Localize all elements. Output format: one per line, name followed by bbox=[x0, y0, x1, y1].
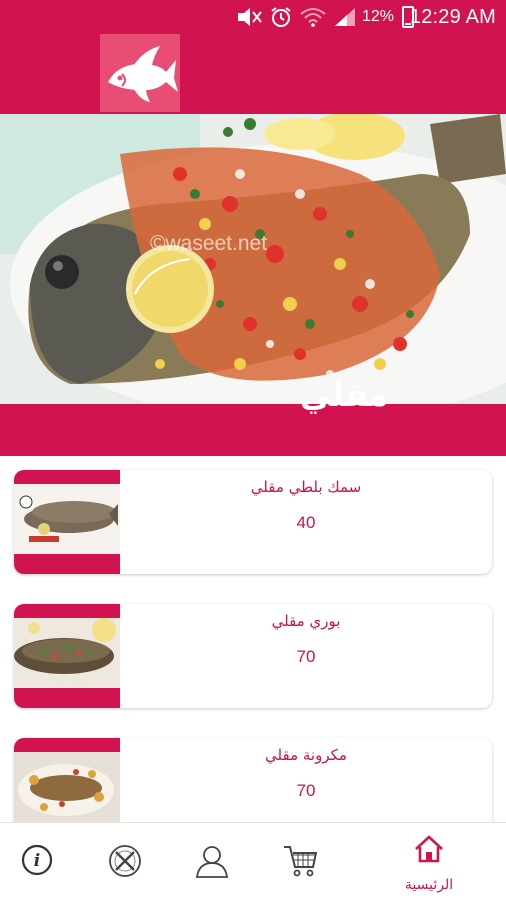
info-icon: i bbox=[21, 844, 53, 876]
profile-icon bbox=[195, 846, 229, 878]
nav-home-label: الرئيسية bbox=[404, 877, 454, 893]
hero-banner: ©waseet.net bbox=[0, 114, 506, 406]
watermark: ©waseet.net bbox=[150, 232, 268, 255]
item-name: سمك بلطي مقلي bbox=[250, 478, 362, 496]
item-thumbnail bbox=[14, 604, 120, 708]
nav-info[interactable]: i bbox=[7, 833, 67, 893]
restaurant-icon bbox=[109, 845, 141, 877]
menu-list[interactable]: سمك بلطي مقلي 40 بوري مقلي 70 مكرونة مقل… bbox=[0, 456, 506, 822]
menu-item-card[interactable]: مكرونة مقلي 70 bbox=[14, 738, 492, 822]
battery-percent: 12% bbox=[361, 8, 394, 25]
category-title: مقلي bbox=[300, 376, 389, 414]
app-bar bbox=[0, 34, 506, 114]
menu-item-card[interactable]: بوري مقلي 70 bbox=[14, 604, 492, 708]
bottom-nav: i الرئيسية bbox=[0, 822, 506, 901]
item-price: 70 bbox=[296, 647, 316, 666]
nav-profile[interactable] bbox=[182, 833, 242, 893]
status-time: 12:29 AM bbox=[409, 6, 496, 28]
signal-icon bbox=[335, 8, 355, 26]
status-bar: 12% 12:29 AM bbox=[0, 0, 506, 34]
item-price: 70 bbox=[296, 781, 316, 800]
menu-item-card[interactable]: سمك بلطي مقلي 40 bbox=[14, 470, 492, 574]
alarm-icon bbox=[271, 7, 291, 27]
item-name: بوري مقلي bbox=[271, 612, 341, 630]
item-thumbnail bbox=[14, 738, 120, 822]
item-name: مكرونة مقلي bbox=[265, 746, 347, 764]
nav-home[interactable]: الرئيسية bbox=[398, 833, 460, 893]
nav-cart[interactable] bbox=[270, 833, 330, 893]
item-thumbnail bbox=[14, 470, 120, 574]
item-price: 40 bbox=[296, 513, 316, 532]
status-icons bbox=[236, 6, 356, 28]
category-band bbox=[0, 404, 506, 456]
mute-icon bbox=[238, 8, 262, 26]
home-icon bbox=[415, 835, 443, 863]
svg-text:i: i bbox=[34, 851, 40, 871]
nav-restaurant[interactable] bbox=[95, 833, 155, 893]
fish-logo-icon[interactable] bbox=[100, 34, 180, 112]
cart-icon bbox=[284, 846, 317, 877]
wifi-icon bbox=[300, 8, 326, 27]
fried-fish-image bbox=[0, 114, 506, 406]
